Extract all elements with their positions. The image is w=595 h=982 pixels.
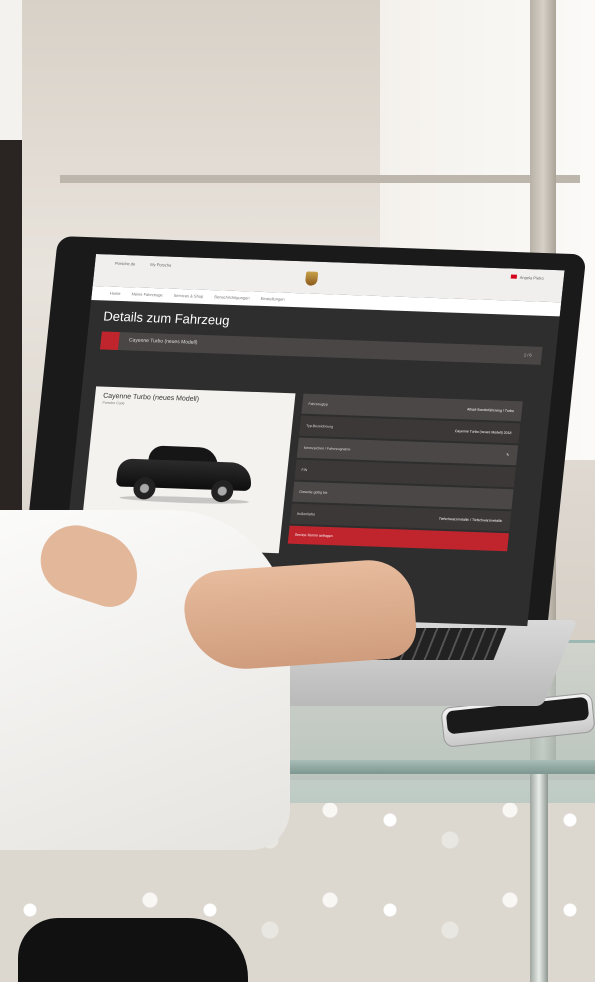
top-link[interactable]: Porsche.de xyxy=(115,261,136,267)
chair xyxy=(18,918,248,982)
user-name[interactable]: Angela Pietro xyxy=(520,275,544,281)
car-image xyxy=(115,442,255,506)
model-label: Cayenne Turbo (neues Modell) xyxy=(128,337,198,346)
edit-icon[interactable]: ✎ xyxy=(506,453,509,457)
spec-key: Typ-Bezeichnung xyxy=(305,423,334,429)
spec-key: Garantie gültig bis xyxy=(298,489,328,495)
nav-item[interactable]: Einstellungen xyxy=(260,296,284,302)
model-count: 1 / 6 xyxy=(523,352,532,358)
spec-list: Fahrzeugtyp Allrad-Sonderfahrzeug / Turbo… xyxy=(287,393,523,552)
flag-icon[interactable] xyxy=(510,274,518,279)
photo-scene: Porsche.de My Porsche Angela Pietro Home… xyxy=(0,0,595,982)
nav-item[interactable]: Benachrichtigungen xyxy=(214,294,250,300)
spec-key: Kennzeichen / Fahrzeugname xyxy=(303,445,351,452)
spec-key: Außenfarbe xyxy=(296,511,316,517)
nav-item[interactable]: Services & Shop xyxy=(174,293,204,299)
spec-key: Fahrzeugtyp xyxy=(308,401,329,407)
right-hand xyxy=(181,557,419,673)
top-link[interactable]: My Porsche xyxy=(150,262,172,268)
porsche-logo-icon[interactable] xyxy=(304,271,319,286)
user-area[interactable]: Angela Pietro xyxy=(510,274,544,281)
spec-key: FIN xyxy=(301,467,308,473)
nav-item[interactable]: Meine Fahrzeuge xyxy=(131,291,163,297)
top-links: Porsche.de My Porsche xyxy=(115,261,186,268)
nav-item[interactable]: Home xyxy=(110,291,121,296)
spec-value: Tiefschwarzmetallic / Tiefschwarzmetalli… xyxy=(438,516,503,523)
spec-value: Cayenne Turbo (neues Modell) 2018 xyxy=(454,429,512,436)
chevron-down-icon[interactable] xyxy=(100,331,120,351)
spec-value: Allrad-Sonderfahrzeug / Turbo xyxy=(466,407,515,414)
